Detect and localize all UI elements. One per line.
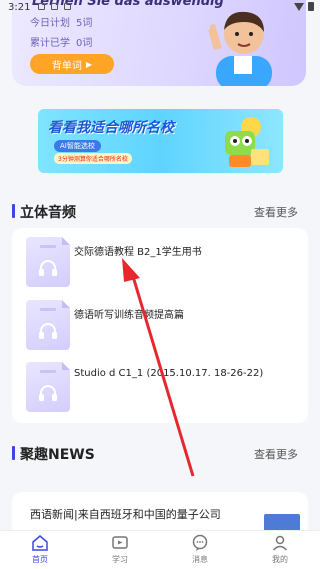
audio-list-item[interactable]: 德语听写训练音频提高篇	[26, 300, 298, 350]
tab-home[interactable]: 首页	[0, 531, 80, 569]
study-icon	[112, 536, 128, 549]
profile-icon	[272, 535, 288, 551]
notification-icon	[51, 3, 58, 10]
stat-value: 5词	[76, 18, 93, 29]
play-arrow-icon: ▶	[85, 59, 93, 69]
audio-title: 交际德语教程 B2_1学生用书	[74, 247, 202, 258]
audio-section-title: 立体音频	[20, 205, 76, 221]
audio-cover	[26, 237, 70, 287]
headphones-icon	[39, 260, 57, 276]
ad-subtitle: AI智能选校	[54, 140, 101, 152]
news-view-more-link[interactable]: 查看更多	[254, 446, 298, 462]
audio-list-item[interactable]: 交际德语教程 B2_1学生用书	[26, 237, 298, 287]
news-headline: 西语新闻|来自西班牙和中国的量子公司	[30, 508, 221, 521]
tab-label: 首页	[32, 555, 48, 564]
tab-label: 学习	[112, 555, 128, 564]
notification-icon	[38, 3, 45, 10]
status-notification-icons	[38, 3, 71, 10]
today-plan-stat: 今日计划 5词	[30, 14, 92, 29]
status-bar: 3:21	[0, 0, 320, 16]
robot-mascot-illustration	[225, 117, 269, 167]
audio-cover	[26, 300, 70, 350]
audio-title: Studio d C1_1 (2015.10.17. 18-26-22)	[74, 368, 264, 379]
ad-note: 3分钟测算你适合哪所名校	[54, 153, 132, 164]
school-match-ad-banner[interactable]: 看看我适合哪所名校 AI智能选校 3分钟测算你适合哪所名校	[38, 109, 283, 173]
audio-list-card: 交际德语教程 B2_1学生用书 德语听写训练音频提高篇 Studio d C1_…	[12, 228, 308, 423]
status-right-icons	[294, 2, 314, 11]
tab-label: 消息	[192, 555, 208, 564]
section-accent-bar	[12, 204, 15, 218]
audio-list-item[interactable]: Studio d C1_1 (2015.10.17. 18-26-22)	[26, 362, 298, 412]
audio-cover	[26, 362, 70, 412]
notification-icon	[64, 3, 71, 10]
message-icon	[192, 534, 208, 551]
tab-label: 我的	[272, 555, 288, 564]
tab-messages[interactable]: 消息	[160, 531, 240, 569]
news-list-item[interactable]: 西语新闻|来自西班牙和中国的量子公司	[12, 492, 308, 532]
ad-title: 看看我适合哪所名校	[48, 120, 174, 136]
memorize-words-button[interactable]: 背单词 ▶	[30, 54, 114, 74]
section-accent-bar	[12, 446, 15, 460]
bottom-tab-bar: 首页 学习 消息 我的	[0, 530, 320, 569]
audio-view-more-link[interactable]: 查看更多	[254, 204, 298, 220]
stat-label: 今日计划	[30, 18, 70, 29]
headphones-icon	[39, 323, 57, 339]
tab-study[interactable]: 学习	[80, 531, 160, 569]
total-learned-stat: 累计已学 0词	[30, 34, 92, 49]
home-icon	[32, 535, 48, 551]
news-section-header: 聚趣NEWS 查看更多	[12, 443, 308, 463]
stat-value: 0词	[76, 38, 93, 49]
tab-profile[interactable]: 我的	[240, 531, 320, 569]
status-time: 3:21	[8, 2, 31, 13]
memorize-words-label: 背单词	[51, 60, 82, 72]
headphones-icon	[39, 385, 57, 401]
news-section-title: 聚趣NEWS	[20, 447, 95, 463]
wifi-icon	[294, 2, 304, 11]
audio-section-header: 立体音频 查看更多	[12, 201, 308, 221]
stat-label: 累计已学	[30, 38, 70, 49]
battery-icon	[308, 2, 314, 11]
audio-title: 德语听写训练音频提高篇	[74, 310, 184, 321]
